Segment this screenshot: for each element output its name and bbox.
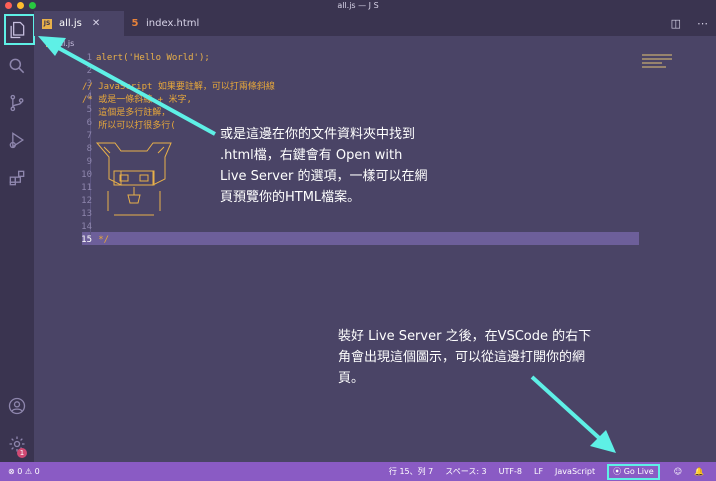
code-line: // JavaScript 如果要註解，可以打兩條斜線	[82, 82, 275, 92]
code-line: */	[82, 235, 110, 245]
line-number: 14	[81, 222, 92, 232]
line-number: 13	[81, 209, 92, 219]
manage-button[interactable]: 1	[0, 427, 34, 461]
warning-icon: ⚠	[24, 467, 33, 476]
accounts-button[interactable]	[0, 389, 34, 423]
code-editor[interactable]: 1 2 3 4 5 6 7 8 9 10 11 12 13 14 15 aler…	[34, 50, 716, 460]
extensions-button[interactable]	[0, 161, 34, 195]
broadcast-icon: ⦿	[613, 467, 622, 476]
error-count: 0	[17, 467, 23, 476]
js-icon: JS	[42, 18, 52, 29]
go-live-button[interactable]: ⦿ Go Live	[607, 463, 660, 480]
more-actions-icon[interactable]: ⋯	[697, 17, 708, 30]
warning-count: 0	[34, 467, 40, 476]
debug-icon	[9, 132, 25, 149]
tab-all-js[interactable]: JS all.js ✕	[34, 11, 124, 36]
code-line: /* 或是一條斜線 + 米字,	[82, 95, 192, 105]
tab-label: index.html	[146, 18, 200, 29]
language-mode[interactable]: JavaScript	[555, 467, 595, 476]
line-number: 11	[81, 183, 92, 193]
account-icon	[8, 397, 26, 415]
js-file-icon	[46, 39, 53, 47]
line-number: 9	[86, 157, 92, 167]
line-number: 12	[81, 196, 92, 206]
tab-index-html[interactable]: 5 index.html	[124, 11, 244, 36]
line-number: 8	[86, 144, 92, 154]
close-tab-button[interactable]: ✕	[92, 18, 100, 29]
source-control-button[interactable]	[0, 86, 34, 120]
current-line-highlight	[82, 232, 639, 245]
search-icon	[9, 58, 25, 74]
code-line: alert('Hello World');	[96, 53, 210, 63]
search-button[interactable]	[0, 49, 34, 83]
editor-actions: ◫ ⋯	[663, 11, 716, 36]
code-line: 這個是多行註解，	[82, 108, 171, 118]
title-bar: all.js — J S	[0, 0, 716, 11]
golive-annotation: 裝好 Live Server 之後，在VSCode 的右下角會出現這個圖示，可以…	[338, 329, 592, 386]
line-number: 7	[86, 131, 92, 141]
code-line: 所以可以打很多行(	[82, 121, 176, 131]
window-title: all.js — J S	[337, 1, 379, 10]
ascii-art-robot	[94, 141, 174, 226]
source-control-icon	[10, 94, 24, 112]
split-editor-icon[interactable]: ◫	[671, 17, 681, 30]
explorer-highlight-box	[4, 14, 35, 45]
activity-bar: 1	[0, 11, 35, 462]
explorer-annotation: 或是這邊在你的文件資料夾中找到 .html檔，右鍵會有 Open with Li…	[220, 127, 428, 205]
editor-tab-bar: JS all.js ✕ 5 index.html ◫ ⋯	[34, 11, 716, 36]
error-icon: ⊗	[8, 467, 15, 476]
html5-icon: 5	[131, 17, 139, 29]
extensions-icon	[9, 170, 25, 186]
line-number: 1	[86, 53, 92, 63]
line-number: 2	[86, 66, 92, 76]
breadcrumb-file[interactable]: all.js	[56, 39, 74, 48]
encoding[interactable]: UTF-8	[499, 467, 522, 476]
notifications-bell-icon[interactable]: 🔔	[694, 467, 704, 476]
end-of-line[interactable]: LF	[534, 467, 543, 476]
status-bar: ⊗ 0 ⚠ 0 行 15、列 7 スペース: 3 UTF-8 LF JavaSc…	[0, 462, 716, 481]
breadcrumb: all.js	[46, 36, 74, 50]
feedback-icon[interactable]: ☺	[674, 467, 682, 476]
go-live-label: Go Live	[623, 467, 654, 476]
line-number: 10	[81, 170, 92, 180]
run-debug-button[interactable]	[0, 123, 34, 157]
tab-label: all.js	[59, 18, 82, 29]
cursor-position[interactable]: 行 15、列 7	[389, 466, 433, 477]
indentation[interactable]: スペース: 3	[445, 466, 486, 477]
problems-status[interactable]: ⊗ 0 ⚠ 0	[8, 462, 40, 481]
notification-badge: 1	[17, 448, 27, 458]
minimap[interactable]	[642, 54, 672, 72]
